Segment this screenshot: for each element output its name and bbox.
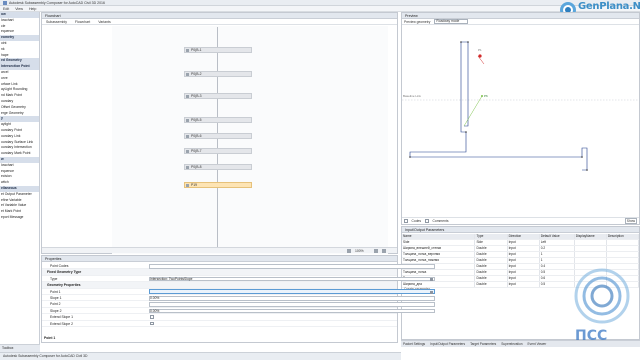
flowchart-node[interactable]: P0(B-1 — [184, 47, 252, 53]
property-value: Intersection: TwoPointsSlope — [150, 276, 193, 281]
table-cell[interactable]: 0.5 — [539, 281, 575, 289]
table-cell[interactable]: Input — [507, 281, 540, 289]
logo-brand: GenPlana.Net — [578, 1, 640, 12]
point-node-icon — [186, 184, 189, 187]
chevron-down-icon[interactable] — [430, 290, 433, 294]
flowchart-node[interactable]: P0(B-8 — [184, 164, 252, 170]
bottom-tab[interactable]: Event Viewer — [528, 342, 547, 346]
flowchart-node[interactable]: P0(B-6 — [184, 133, 252, 139]
point-node-icon — [186, 150, 189, 153]
property-label: Extend Slope 2 — [50, 321, 73, 326]
slope-link — [463, 95, 483, 127]
flowchart-node[interactable]: P0(B-2 — [184, 71, 252, 77]
bottom-tab[interactable]: Input/Output Parameters — [430, 342, 465, 346]
flowchart-node-label: P0(B-2 — [191, 72, 202, 76]
bottom-tab[interactable]: Packet Settings — [403, 342, 425, 346]
preview-canvas[interactable]: Baseline Link P6 P1 — [402, 20, 639, 216]
property-value-field[interactable] — [149, 295, 435, 301]
property-value: 0.00% — [150, 296, 160, 300]
point-node-icon — [186, 119, 189, 122]
channel-outline — [409, 42, 588, 171]
preview-footer: Codes Comments Show — [402, 217, 639, 224]
comments-label: Comments — [432, 219, 449, 223]
app-icon — [3, 0, 7, 5]
watermark-text: ПСС — [575, 328, 608, 344]
flowchart-canvas[interactable] — [112, 26, 388, 254]
point-label-p6: P6 — [484, 94, 488, 98]
flowchart-node-label: P0(B-1 — [191, 48, 202, 52]
tab-subassembly[interactable]: Subassembly — [46, 20, 67, 24]
bottom-tab[interactable]: Target Parameters — [470, 342, 496, 346]
property-label: Geometry Properties — [47, 283, 81, 288]
pss-watermark: ПСС — [572, 266, 636, 350]
zoom-out-icon[interactable] — [382, 249, 386, 253]
flowchart-node-label: P0(B-8 — [191, 165, 202, 169]
menu-view[interactable]: View — [15, 7, 23, 11]
toolbox-item[interactable]: eport Message — [0, 215, 39, 221]
flowchart-node-label: P0(B-3 — [191, 94, 202, 98]
point-node-icon — [186, 73, 189, 76]
properties-panel: Properties Point Codes Fixed Geometry Typ… — [41, 255, 435, 343]
property-checkbox[interactable] — [150, 315, 154, 319]
preview-panel: Preview Preview geometry Roadway mode Ba… — [401, 12, 640, 225]
menu-help[interactable]: Help — [29, 7, 36, 11]
property-label: Point 1 — [50, 289, 61, 294]
property-label: Fixed Geometry Type — [47, 270, 82, 275]
geometry-drawing: Baseline Link P6 P1 — [402, 41, 639, 171]
flowchart-node[interactable]: P0(B-5 — [184, 117, 252, 123]
property-checkbox[interactable] — [150, 321, 154, 326]
intersection-point-marker — [481, 95, 483, 97]
property-value-field[interactable] — [149, 302, 435, 307]
wall-outline — [461, 41, 469, 127]
codes-checkbox[interactable] — [404, 219, 408, 223]
zoom-bar: 100% — [42, 247, 397, 253]
comments-checkbox[interactable] — [425, 219, 429, 223]
property-label: Slope 1 — [50, 296, 62, 300]
property-value-field[interactable] — [149, 308, 435, 314]
properties-title: Properties — [42, 256, 397, 262]
toolbox-panel: ow lowchart cle equence eometry oint nk hape ed … — [0, 12, 40, 352]
window-title: Autodesk Subassembly Composer for AutoCA… — [9, 0, 105, 5]
point-node-icon — [186, 95, 189, 98]
tab-variants[interactable]: Variants — [98, 20, 111, 24]
flowchart-node[interactable]: P19 — [184, 182, 252, 188]
property-caption: Point 1 — [44, 336, 56, 340]
property-label: Type — [50, 276, 58, 281]
point-label-p1: P1 — [478, 48, 482, 52]
zoom-fit-icon[interactable] — [347, 249, 351, 253]
property-value-field[interactable] — [149, 289, 435, 295]
toolbox-footer[interactable]: Toolbox — [0, 344, 40, 352]
point-node-icon — [186, 166, 189, 169]
flowchart-node-label: P0(B-7 — [191, 149, 202, 153]
property-label: Slope 2 — [50, 308, 62, 313]
swirl-logo-icon — [574, 268, 630, 324]
tab-flowchart[interactable]: Flowchart — [75, 20, 90, 24]
flowchart-panel: Flowchart Subassembly Flowchart Variants… — [41, 12, 398, 254]
baseline-label: Baseline Link — [403, 94, 421, 98]
property-value-field[interactable] — [149, 263, 435, 269]
flowchart-tabs: Subassembly Flowchart Variants — [42, 19, 397, 25]
flowchart-node[interactable]: P0(B-7 — [184, 148, 252, 154]
codes-label: Codes — [411, 219, 422, 223]
flowchart-node-label: P0(B-5 — [191, 118, 202, 122]
point-node-icon — [186, 49, 189, 52]
menu-edit[interactable]: Edit — [3, 7, 9, 11]
chevron-down-icon[interactable] — [430, 277, 433, 281]
show-button[interactable]: Show — [624, 218, 637, 224]
flowchart-node-label: P0(B-6 — [191, 134, 202, 138]
property-value: 0.00% — [150, 308, 160, 313]
property-label: Extend Slope 1 — [50, 315, 73, 320]
flowchart-node[interactable]: P0(B-3 — [184, 93, 252, 99]
zoom-in-icon[interactable] — [374, 249, 378, 253]
property-label: Point Codes — [50, 264, 69, 268]
flowchart-node-label: P19 — [191, 183, 198, 187]
property-row[interactable]: Extend Slope 2 — [42, 321, 397, 327]
status-bar: Autodesk Subassembly Composer for AutoCA… — [0, 352, 401, 360]
table-cell[interactable]: Double — [474, 281, 508, 289]
property-label: Point 2 — [50, 302, 61, 307]
io-parameters-title: Input/Output Parameters — [402, 227, 639, 233]
point-node-icon — [186, 135, 189, 138]
zoom-level[interactable]: 100% — [355, 249, 364, 253]
bottom-tab[interactable]: Superelevation — [501, 342, 522, 346]
